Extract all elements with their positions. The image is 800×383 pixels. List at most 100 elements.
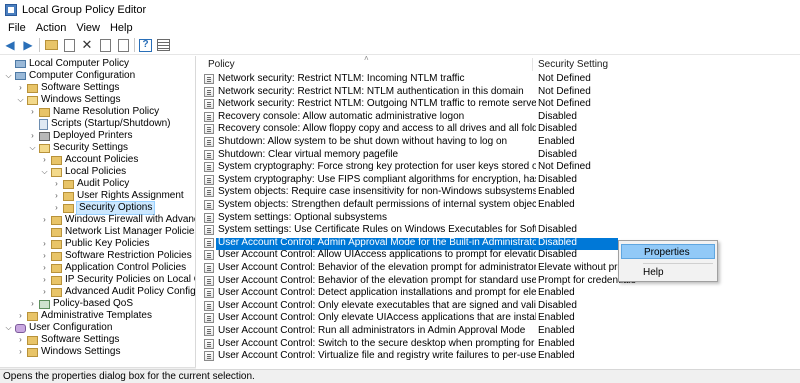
expander-icon — [40, 226, 49, 238]
tree-item-scripts[interactable]: Scripts (Startup/Shutdown) — [28, 118, 171, 130]
policy-row[interactable]: User Account Control: Only elevate execu… — [204, 300, 616, 312]
policy-row[interactable]: User Account Control: Allow UIAccess app… — [204, 249, 616, 261]
tree-item-local-policies[interactable]: ⌵ Local Policies — [40, 166, 126, 178]
chevron-right-icon[interactable]: › — [40, 214, 49, 226]
policy-row[interactable]: Network security: Restrict NTLM: Incomin… — [204, 73, 616, 85]
chevron-right-icon[interactable]: › — [40, 262, 49, 274]
column-header: Policy Security Setting — [202, 58, 800, 71]
chevron-right-icon[interactable]: › — [40, 274, 49, 286]
column-header-policy[interactable]: Policy — [208, 59, 235, 70]
tree-item-advanced-audit-policy[interactable]: › Advanced Audit Policy Configurati — [40, 286, 195, 298]
show-hide-tree-button[interactable] — [62, 38, 76, 52]
chevron-right-icon[interactable]: › — [16, 82, 25, 94]
tree-item-administrative-templates[interactable]: › Administrative Templates — [16, 310, 152, 322]
chevron-down-icon[interactable]: ⌵ — [4, 322, 13, 334]
menu-action[interactable]: Action — [31, 22, 72, 34]
forward-arrow-icon[interactable]: ▶ — [21, 38, 35, 52]
tree-item-application-control[interactable]: › Application Control Policies — [40, 262, 186, 274]
policy-row[interactable]: User Account Control: Virtualize file an… — [204, 350, 616, 362]
help-icon[interactable]: ? — [139, 38, 152, 52]
filter-list-button[interactable] — [156, 38, 170, 52]
back-arrow-icon[interactable]: ◀ — [3, 38, 17, 52]
tree-item-user-rights-assignment[interactable]: › User Rights Assignment — [52, 190, 184, 202]
policy-row[interactable]: User Account Control: Switch to the secu… — [204, 338, 616, 350]
policy-setting-icon — [204, 124, 214, 134]
menu-file[interactable]: File — [3, 22, 31, 34]
policy-row[interactable]: Recovery console: Allow automatic admini… — [204, 111, 616, 123]
policy-row[interactable]: User Account Control: Detect application… — [204, 287, 616, 299]
policy-name: User Account Control: Allow UIAccess app… — [218, 249, 536, 260]
policy-row[interactable]: System cryptography: Force strong key pr… — [204, 161, 616, 173]
tree-item-public-key-policies[interactable]: › Public Key Policies — [40, 238, 149, 250]
tree-item-security-options[interactable]: › Security Options — [52, 201, 156, 215]
policy-row[interactable]: Recovery console: Allow floppy copy and … — [204, 123, 616, 135]
tree-item-software-settings[interactable]: › Software Settings — [16, 82, 119, 94]
policy-row[interactable]: System settings: Use Certificate Rules o… — [204, 224, 616, 236]
chevron-right-icon[interactable]: › — [40, 154, 49, 166]
policy-row[interactable]: System objects: Require case insensitivi… — [204, 186, 616, 198]
chevron-right-icon[interactable]: › — [52, 178, 61, 190]
tree-item-local-computer-policy[interactable]: Local Computer Policy — [4, 58, 129, 70]
tree-item-ip-security-policies[interactable]: › IP Security Policies on Local Comp — [40, 274, 195, 286]
column-divider[interactable] — [532, 58, 533, 71]
tree-item-user-windows-settings[interactable]: › Windows Settings — [16, 346, 120, 358]
properties-button[interactable] — [98, 38, 112, 52]
policy-row[interactable]: User Account Control: Admin Approval Mod… — [204, 237, 616, 249]
chevron-down-icon[interactable]: ⌵ — [16, 94, 25, 106]
chevron-right-icon[interactable]: › — [40, 250, 49, 262]
policy-row[interactable]: Network security: Restrict NTLM: NTLM au… — [204, 86, 616, 98]
folder-icon — [51, 263, 62, 273]
policy-row[interactable]: Shutdown: Allow system to be shut down w… — [204, 136, 616, 148]
chevron-right-icon[interactable]: › — [28, 130, 37, 142]
menu-help[interactable]: Help — [105, 22, 138, 34]
policy-name: User Account Control: Virtualize file an… — [218, 350, 536, 361]
policy-setting-icon — [204, 225, 214, 235]
tree-item-name-resolution-policy[interactable]: › Name Resolution Policy — [28, 106, 159, 118]
policy-row[interactable]: User Account Control: Behavior of the el… — [204, 275, 636, 287]
tree-item-deployed-printers[interactable]: › Deployed Printers — [28, 130, 132, 142]
tree-item-label: Deployed Printers — [53, 130, 133, 141]
folder-icon — [51, 155, 62, 165]
chevron-right-icon[interactable]: › — [28, 106, 37, 118]
context-menu-help[interactable]: Help — [621, 265, 715, 280]
policy-row[interactable]: System cryptography: Use FIPS compliant … — [204, 174, 616, 186]
policy-row[interactable]: User Account Control: Only elevate UIAcc… — [204, 312, 616, 324]
column-header-security-setting[interactable]: Security Setting — [538, 59, 608, 70]
folder-icon — [51, 239, 62, 249]
chevron-right-icon[interactable]: › — [16, 334, 25, 346]
policy-row[interactable]: System objects: Strengthen default permi… — [204, 199, 616, 211]
policy-row[interactable]: Shutdown: Clear virtual memory pagefile D… — [204, 149, 616, 161]
up-folder-button[interactable] — [44, 38, 58, 52]
chevron-right-icon[interactable]: › — [16, 346, 25, 358]
chevron-right-icon[interactable]: › — [40, 238, 49, 250]
chevron-right-icon[interactable]: › — [16, 310, 25, 322]
tree-item-computer-configuration[interactable]: ⌵ Computer Configuration — [4, 70, 135, 82]
chevron-right-icon[interactable]: › — [28, 298, 37, 310]
menu-view[interactable]: View — [71, 22, 105, 34]
chevron-down-icon[interactable]: ⌵ — [28, 142, 37, 154]
tree-item-windows-settings[interactable]: ⌵ Windows Settings — [16, 94, 120, 106]
tree-item-windows-firewall[interactable]: › Windows Firewall with Advanced S — [40, 214, 195, 226]
policy-name: System cryptography: Force strong key pr… — [218, 161, 536, 172]
tree-item-audit-policy[interactable]: › Audit Policy — [52, 178, 129, 190]
tree-item-policy-based-qos[interactable]: › Policy-based QoS — [28, 298, 133, 310]
policy-row[interactable]: User Account Control: Behavior of the el… — [204, 262, 640, 274]
tree-item-security-settings[interactable]: ⌵ Security Settings — [28, 142, 128, 154]
delete-icon[interactable]: ✕ — [80, 38, 94, 52]
chevron-right-icon[interactable]: › — [52, 190, 61, 202]
tree-item-account-policies[interactable]: › Account Policies — [40, 154, 138, 166]
tree-item-software-restriction[interactable]: › Software Restriction Policies — [40, 250, 192, 262]
tree-item-network-list-manager[interactable]: Network List Manager Policies — [40, 226, 195, 238]
chevron-right-icon[interactable]: › — [52, 202, 61, 214]
chevron-down-icon[interactable]: ⌵ — [40, 166, 49, 178]
policy-row[interactable]: User Account Control: Run all administra… — [204, 325, 616, 337]
tree-item-label: Computer Configuration — [29, 70, 136, 81]
chevron-down-icon[interactable]: ⌵ — [4, 70, 13, 82]
policy-row[interactable]: System settings: Optional subsystems — [204, 212, 616, 224]
tree-item-user-configuration[interactable]: ⌵ User Configuration — [4, 322, 112, 334]
policy-row[interactable]: Network security: Restrict NTLM: Outgoin… — [204, 98, 616, 110]
chevron-right-icon[interactable]: › — [40, 286, 49, 298]
tree-item-user-software-settings[interactable]: › Software Settings — [16, 334, 119, 346]
export-list-button[interactable] — [116, 38, 130, 52]
context-menu-properties[interactable]: Properties — [621, 244, 715, 259]
